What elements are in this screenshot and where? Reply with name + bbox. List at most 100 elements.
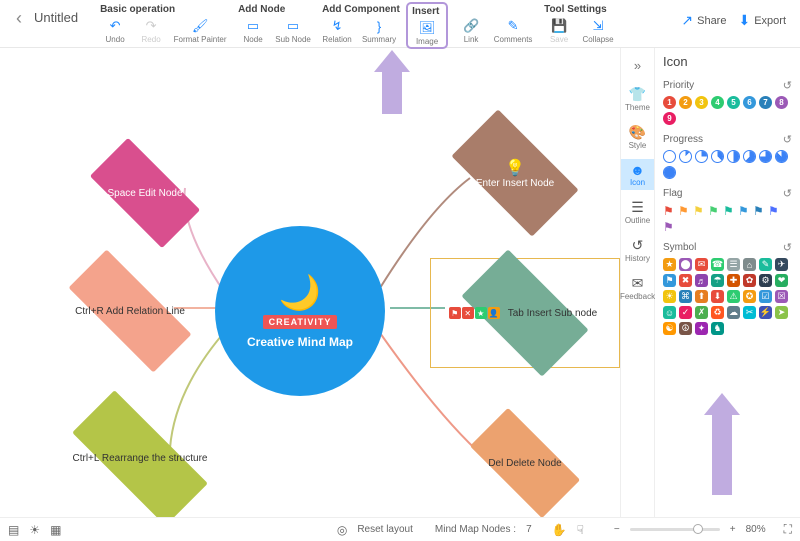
progress-0[interactable]	[663, 150, 676, 163]
zoom-slider[interactable]	[630, 528, 720, 531]
flag-2[interactable]	[693, 204, 705, 217]
zoom-out[interactable]: −	[614, 524, 620, 535]
reset-layout-icon[interactable]: ◎	[337, 523, 347, 537]
symbol-13[interactable]: ✿	[743, 274, 756, 287]
collapse-button[interactable]: ⇲Collapse	[578, 17, 618, 45]
priority-4[interactable]: 4	[711, 96, 724, 109]
progress-12[interactable]	[679, 150, 692, 163]
progress-62[interactable]	[743, 150, 756, 163]
symbol-6[interactable]: ✎	[759, 258, 772, 271]
format-painter-button[interactable]: 🖌Format Painter	[170, 17, 230, 45]
symbol-24[interactable]: ☺	[663, 306, 676, 319]
flag-4[interactable]	[723, 204, 735, 217]
redo-button[interactable]: ↷Redo	[134, 17, 168, 45]
zoom-in[interactable]: +	[730, 524, 736, 535]
symbol-11[interactable]: ☂	[711, 274, 724, 287]
flag-7[interactable]	[768, 204, 780, 217]
node-button[interactable]: ▭Node	[236, 17, 270, 45]
symbol-22[interactable]: ☑	[759, 290, 772, 303]
symbol-28[interactable]: ☁	[727, 306, 740, 319]
rail-feedback[interactable]: ✉Feedback	[621, 272, 654, 304]
document-title[interactable]: Untitled	[30, 2, 92, 25]
progress-37[interactable]	[711, 150, 724, 163]
flag-8[interactable]	[663, 220, 675, 233]
rail-theme[interactable]: 👕Theme	[621, 83, 654, 115]
symbol-26[interactable]: ✗	[695, 306, 708, 319]
symbol-1[interactable]: ⬤	[679, 258, 692, 271]
node-right2[interactable]: ⚑ ✕ ★ 👤 Tab Insert Sub node	[430, 258, 620, 368]
priority-3[interactable]: 3	[695, 96, 708, 109]
symbol-10[interactable]: ♬	[695, 274, 708, 287]
summary-button[interactable]: }Summary	[356, 17, 402, 45]
comments-button[interactable]: ✎Comments	[490, 17, 536, 45]
zoom-knob[interactable]	[693, 524, 703, 534]
priority-6[interactable]: 6	[743, 96, 756, 109]
reset-priority[interactable]: ↺	[783, 79, 792, 92]
flag-5[interactable]	[738, 204, 750, 217]
symbol-15[interactable]: ❤	[775, 274, 788, 287]
reset-progress[interactable]: ↺	[783, 133, 792, 146]
symbol-8[interactable]: ⚑	[663, 274, 676, 287]
progress-75[interactable]	[759, 150, 772, 163]
link-button[interactable]: 🔗Link	[454, 17, 488, 45]
symbol-20[interactable]: ⚠	[727, 290, 740, 303]
image-button[interactable]: 🖼Image	[410, 19, 444, 47]
symbol-17[interactable]: ⌘	[679, 290, 692, 303]
share-button[interactable]: ↗Share	[681, 12, 726, 29]
rail-style[interactable]: 🎨Style	[621, 121, 654, 153]
priority-2[interactable]: 2	[679, 96, 692, 109]
symbol-18[interactable]: ⬆	[695, 290, 708, 303]
symbol-31[interactable]: ➤	[775, 306, 788, 319]
symbol-7[interactable]: ✈	[775, 258, 788, 271]
rail-icon[interactable]: ☻Icon	[621, 159, 654, 190]
fullscreen-icon[interactable]: ⛶	[784, 522, 792, 537]
symbol-12[interactable]: ✚	[727, 274, 740, 287]
flag-3[interactable]	[708, 204, 720, 217]
cursor-tool[interactable]: ☟	[577, 523, 584, 537]
progress-100[interactable]	[663, 166, 676, 179]
symbol-29[interactable]: ✂	[743, 306, 756, 319]
relation-button[interactable]: ↯Relation	[320, 17, 354, 45]
symbol-3[interactable]: ☎	[711, 258, 724, 271]
node-left3[interactable]: Ctrl+L Rearrange the structure	[30, 408, 250, 508]
progress-50[interactable]	[727, 150, 740, 163]
back-button[interactable]: ‹	[8, 2, 30, 35]
symbol-9[interactable]: ✖	[679, 274, 692, 287]
flag-6[interactable]	[753, 204, 765, 217]
symbol-16[interactable]: ☀	[663, 290, 676, 303]
symbol-27[interactable]: ♻	[711, 306, 724, 319]
priority-7[interactable]: 7	[759, 96, 772, 109]
rail-history[interactable]: ↺History	[621, 234, 654, 266]
symbol-32[interactable]: ☯	[663, 322, 676, 335]
undo-button[interactable]: ↶Undo	[98, 17, 132, 45]
priority-5[interactable]: 5	[727, 96, 740, 109]
symbol-25[interactable]: ✓	[679, 306, 692, 319]
subnode-button[interactable]: ▭Sub Node	[272, 17, 314, 45]
flag-0[interactable]	[663, 204, 675, 217]
rail-outline[interactable]: ☰Outline	[621, 196, 654, 228]
reset-flag[interactable]: ↺	[783, 187, 792, 200]
save-button[interactable]: 💾Save	[542, 17, 576, 45]
layers-icon[interactable]: ▤	[8, 523, 19, 537]
flag-1[interactable]	[678, 204, 690, 217]
symbol-33[interactable]: ☮	[679, 322, 692, 335]
symbol-21[interactable]: ✪	[743, 290, 756, 303]
node-left2[interactable]: Ctrl+R Add Relation Line	[30, 266, 230, 356]
node-right1[interactable]: 💡Enter Insert Node	[420, 118, 610, 228]
progress-87[interactable]	[775, 150, 788, 163]
symbol-35[interactable]: ♞	[711, 322, 724, 335]
symbol-19[interactable]: ⬇	[711, 290, 724, 303]
priority-8[interactable]: 8	[775, 96, 788, 109]
priority-1[interactable]: 1	[663, 96, 676, 109]
rail-collapse[interactable]: »	[634, 54, 641, 77]
hand-tool[interactable]: ✋	[552, 523, 567, 537]
reset-layout-button[interactable]: Reset layout	[357, 524, 413, 535]
symbol-30[interactable]: ⚡	[759, 306, 772, 319]
symbol-14[interactable]: ⚙	[759, 274, 772, 287]
grid-icon[interactable]: ▦	[50, 523, 61, 537]
node-center[interactable]: 🌙 CREATIVITY Creative Mind Map	[215, 226, 385, 396]
reset-symbol[interactable]: ↺	[783, 241, 792, 254]
symbol-23[interactable]: ☒	[775, 290, 788, 303]
symbol-0[interactable]: ★	[663, 258, 676, 271]
node-left1[interactable]: Space Edit Node	[60, 148, 230, 238]
